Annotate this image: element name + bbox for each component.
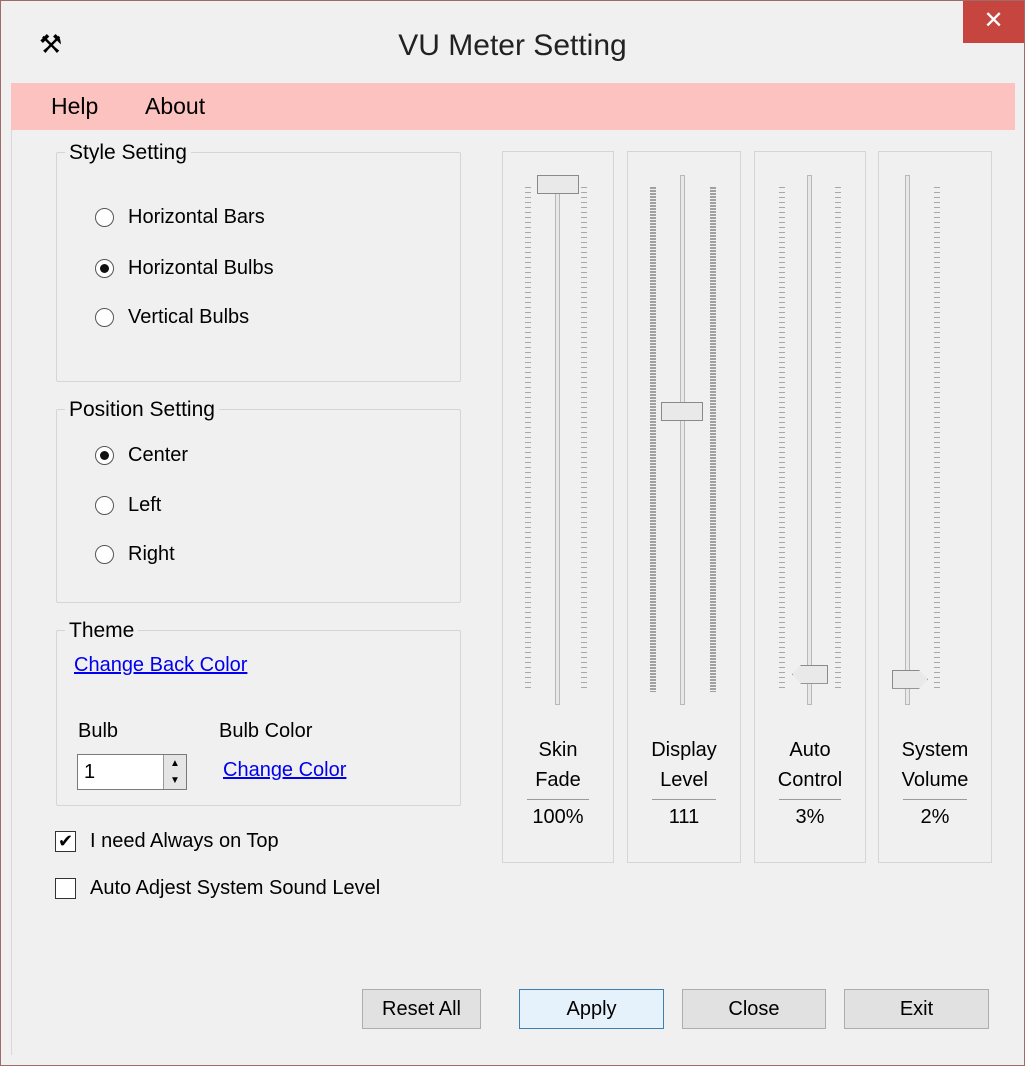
system-volume-panel: System Volume 2% (878, 151, 992, 863)
radio-horizontal-bars[interactable]: Horizontal Bars (95, 206, 265, 229)
radio-label: Horizontal Bulbs (128, 257, 274, 279)
bulb-value[interactable]: 1 (84, 761, 95, 784)
auto-control-slider-thumb[interactable] (792, 664, 828, 684)
window-title: VU Meter Setting (398, 29, 627, 62)
style-setting-group: Style Setting Horizontal Bars Horizontal… (56, 141, 461, 382)
slider-separator (779, 799, 841, 800)
display-level-value: 111 (668, 806, 700, 828)
system-volume-slider-thumb[interactable] (892, 669, 928, 689)
change-color-link[interactable]: Change Color (223, 759, 346, 782)
menu-bar: Help About (11, 83, 1015, 130)
exit-button[interactable]: Exit (844, 989, 989, 1029)
skin-fade-value: 100% (532, 806, 584, 828)
checkbox-label: I need Always on Top (90, 830, 279, 852)
bulb-color-label: Bulb Color (219, 720, 313, 742)
radio-button[interactable] (95, 208, 114, 227)
checkbox-label: Auto Adjest System Sound Level (90, 877, 381, 899)
tick-marks (581, 187, 587, 692)
spin-buttons: ▲ ▼ (163, 755, 186, 789)
radio-button[interactable] (95, 496, 114, 515)
tick-marks (525, 187, 531, 692)
display-level-panel: Display Level 111 (627, 151, 741, 863)
slider-label-line: Display (651, 739, 717, 761)
radio-center[interactable]: Center (95, 444, 188, 467)
close-button[interactable]: Close (682, 989, 826, 1029)
slider-track (807, 175, 812, 705)
theme-title: Theme (65, 619, 139, 643)
radio-button[interactable] (95, 446, 114, 465)
slider-label-line: Control (777, 769, 843, 791)
client-area: Style Setting Horizontal Bars Horizontal… (11, 130, 1016, 1055)
change-back-color-link[interactable]: Change Back Color (74, 654, 247, 677)
radio-label: Left (128, 494, 162, 516)
position-setting-group: Position Setting Center Left Right (56, 398, 461, 603)
position-setting-title: Position Setting (65, 398, 219, 422)
radio-left[interactable]: Left (95, 494, 161, 517)
close-window-button[interactable]: ✕ (963, 1, 1024, 43)
checkbox-box[interactable] (55, 878, 76, 899)
slider-separator (652, 799, 716, 800)
checkbox-box[interactable]: ✔ (55, 831, 76, 852)
skin-fade-label: Skin Fade (503, 735, 613, 795)
system-volume-label: System Volume (879, 735, 991, 795)
title-bar[interactable]: ⚒ VU Meter Setting ✕ (1, 1, 1024, 83)
vu-meter-setting-window: ⚒ VU Meter Setting ✕ Help About Style Se… (0, 0, 1025, 1066)
auto-adjust-sound-checkbox[interactable]: Auto Adjest System Sound Level (55, 877, 380, 900)
menu-about[interactable]: About (145, 93, 205, 120)
skin-fade-slider-thumb[interactable] (537, 175, 579, 194)
slider-label-line: System (901, 739, 969, 761)
tick-marks (779, 187, 785, 692)
tick-marks (650, 187, 656, 692)
slider-track (680, 175, 685, 705)
display-level-slider-thumb[interactable] (661, 402, 703, 422)
slider-separator (527, 799, 589, 800)
slider-label-line: Fade (535, 769, 581, 791)
slider-label-line: Level (660, 769, 708, 791)
system-volume-value: 2% (920, 806, 950, 828)
slider-label-line: Auto (789, 739, 831, 761)
tick-marks (934, 187, 940, 692)
radio-button[interactable] (95, 545, 114, 564)
radio-label: Center (128, 444, 189, 466)
auto-control-panel: Auto Control 3% (754, 151, 866, 863)
slider-track (555, 175, 560, 705)
slider-label-line: Skin (538, 739, 578, 761)
tick-marks (835, 187, 841, 692)
skin-fade-panel: Skin Fade 100% (502, 151, 614, 863)
radio-horizontal-bulbs[interactable]: Horizontal Bulbs (95, 257, 274, 280)
bulb-label: Bulb (78, 720, 119, 742)
radio-label: Horizontal Bars (128, 206, 265, 228)
radio-right[interactable]: Right (95, 543, 175, 566)
spin-down-icon[interactable]: ▼ (164, 772, 186, 789)
auto-control-value: 3% (795, 806, 825, 828)
slider-track (905, 175, 910, 705)
radio-label: Right (128, 543, 175, 565)
radio-label: Vertical Bulbs (128, 306, 250, 328)
bulb-stepper[interactable]: 1 ▲ ▼ (77, 754, 187, 790)
tick-marks (710, 187, 716, 692)
slider-separator (903, 799, 967, 800)
spin-up-icon[interactable]: ▲ (164, 755, 186, 773)
radio-button[interactable] (95, 308, 114, 327)
slider-label-line: Volume (901, 769, 969, 791)
apply-button[interactable]: Apply (519, 989, 664, 1029)
auto-control-label: Auto Control (755, 735, 865, 795)
style-setting-title: Style Setting (65, 141, 191, 165)
always-on-top-checkbox[interactable]: ✔ I need Always on Top (55, 830, 279, 853)
radio-button[interactable] (95, 259, 114, 278)
menu-help[interactable]: Help (51, 93, 98, 120)
display-level-label: Display Level (628, 735, 740, 795)
radio-vertical-bulbs[interactable]: Vertical Bulbs (95, 306, 249, 329)
close-icon: ✕ (983, 7, 1004, 34)
reset-all-button[interactable]: Reset All (362, 989, 481, 1029)
